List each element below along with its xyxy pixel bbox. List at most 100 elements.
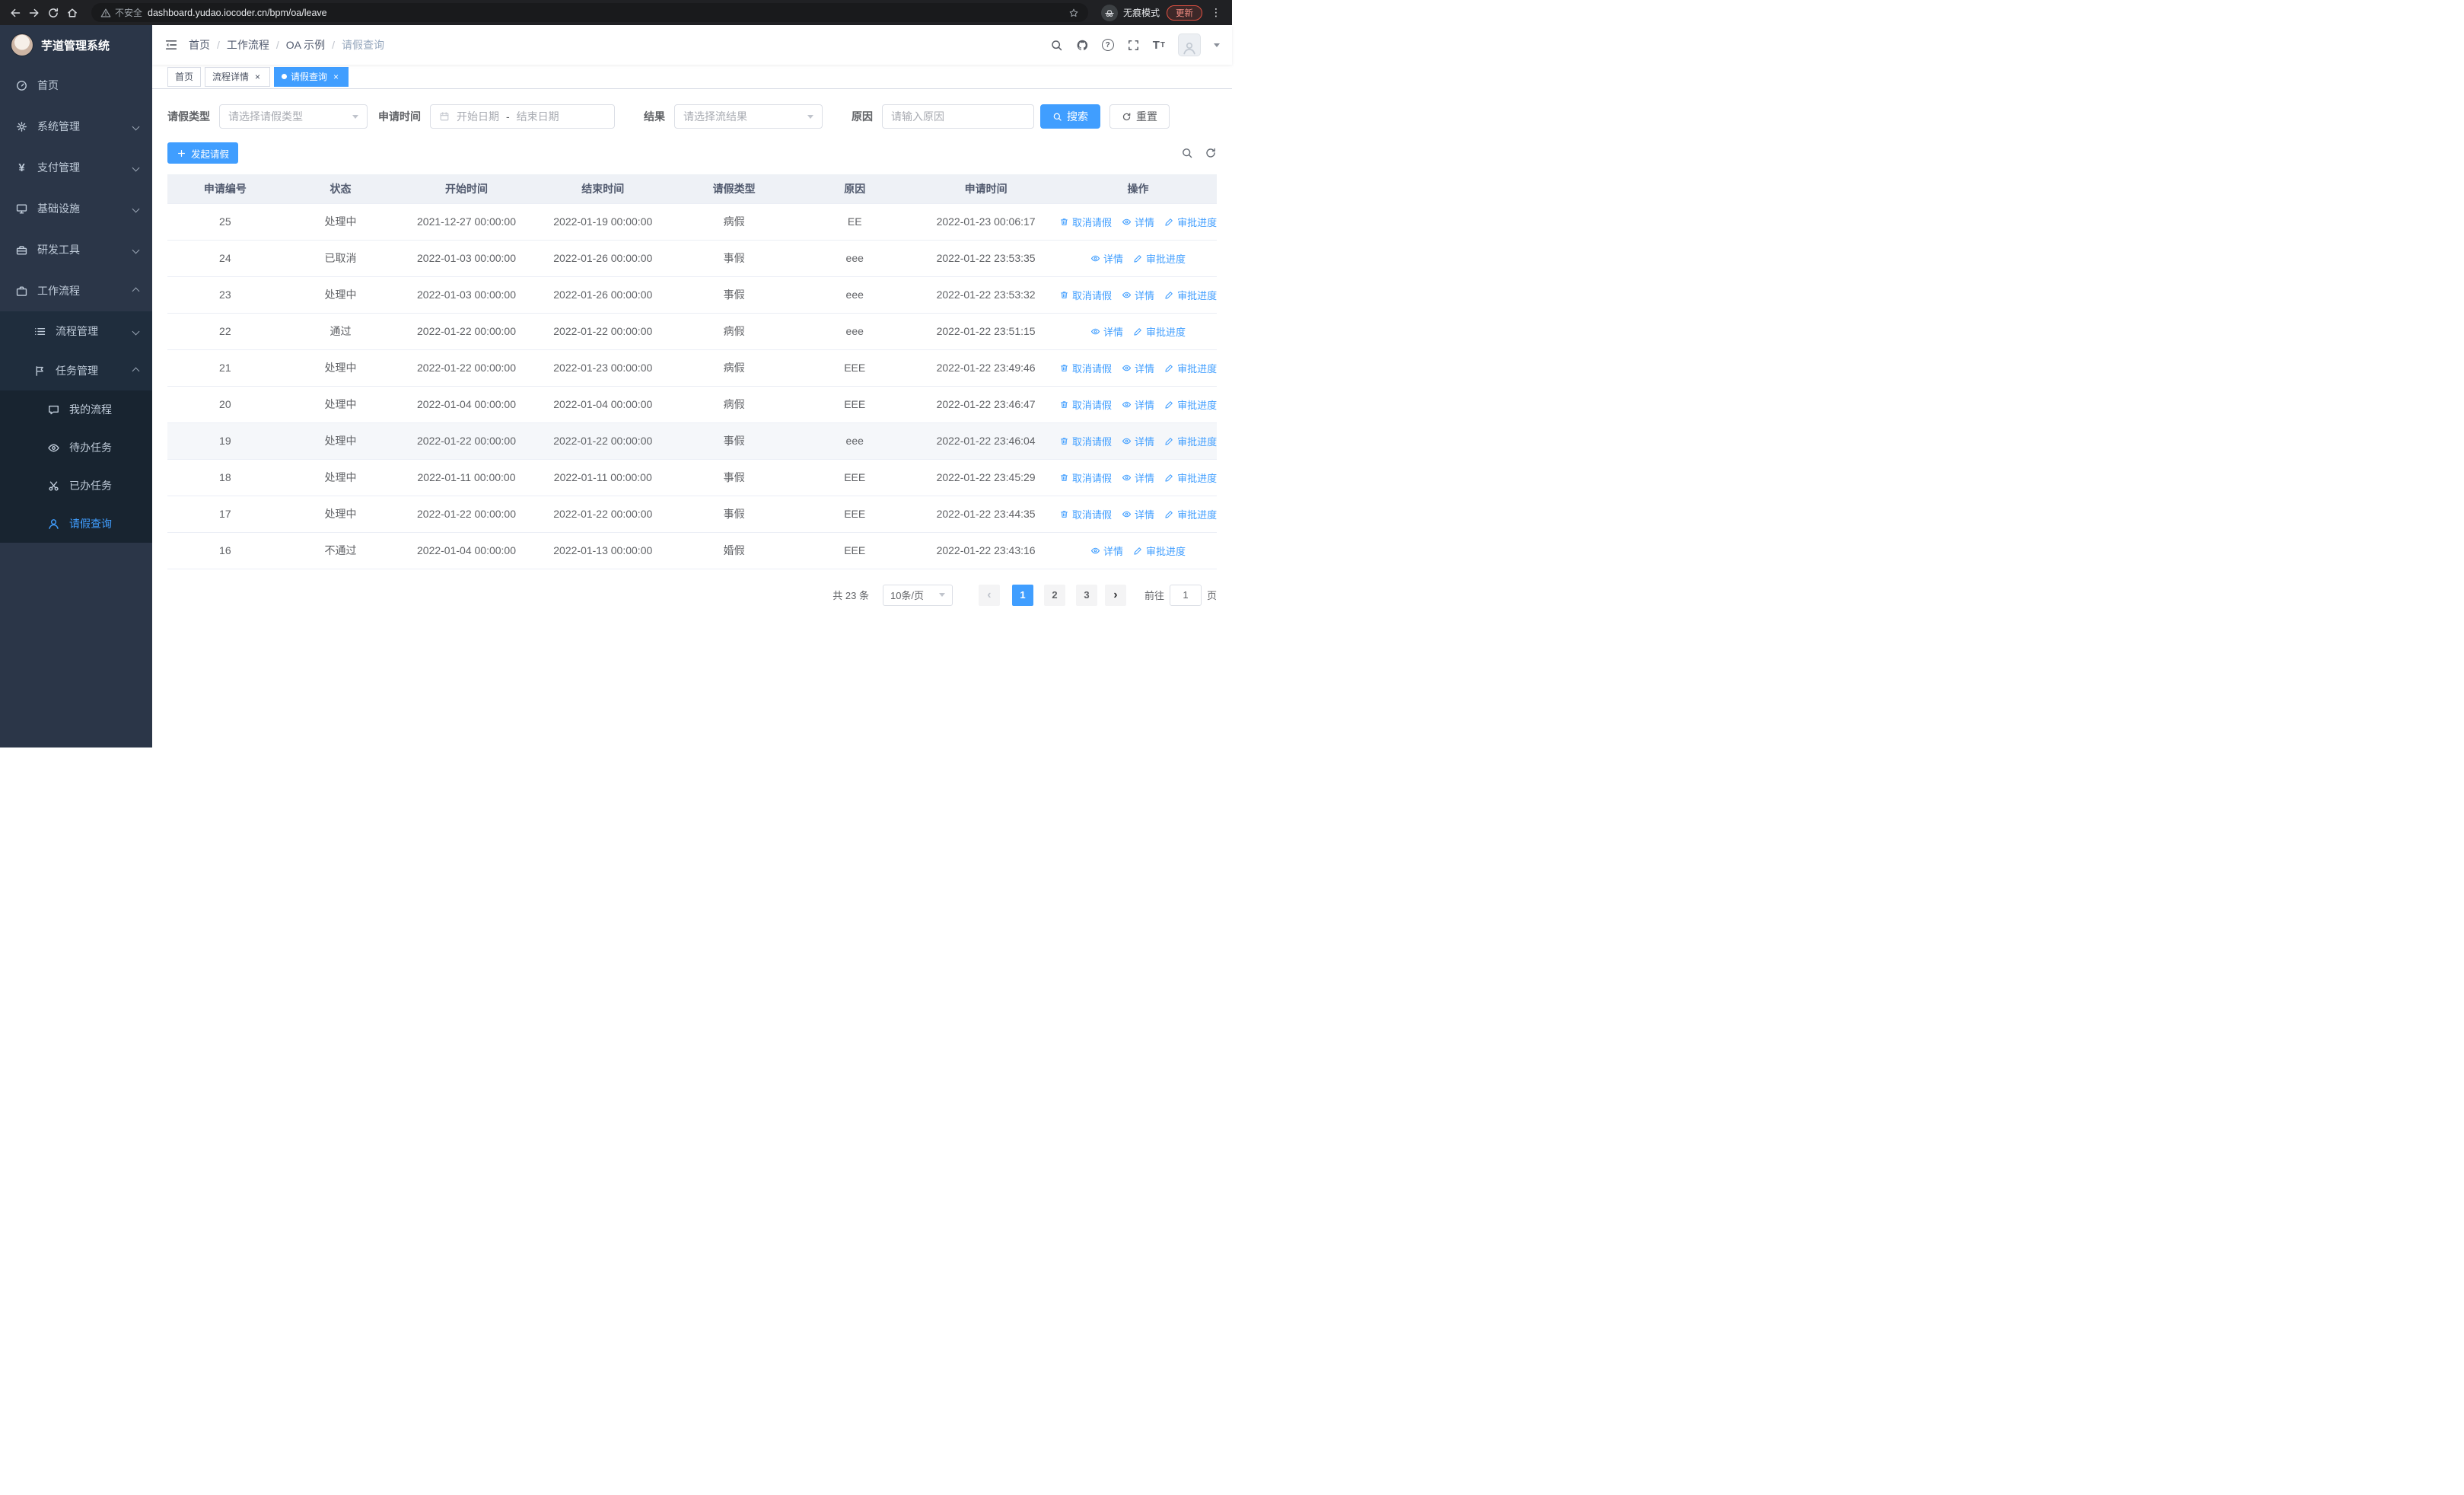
- next-page-button[interactable]: ›: [1104, 584, 1126, 606]
- url-bar[interactable]: 不安全 dashboard.yudao.iocoder.cn/bpm/oa/le…: [91, 3, 1088, 22]
- search-toggle-icon[interactable]: [1181, 147, 1193, 159]
- cancel-leave-link[interactable]: 取消请假: [1059, 397, 1112, 412]
- page-button-2[interactable]: 2: [1043, 584, 1065, 606]
- sidebar-item-dev-tools[interactable]: 研发工具: [0, 229, 152, 270]
- approval-progress-link[interactable]: 审批进度: [1164, 361, 1217, 375]
- goto-page-input[interactable]: [1169, 584, 1202, 606]
- table-row: 21 处理中 2022-01-22 00:00:00 2022-01-23 00…: [167, 349, 1217, 387]
- refresh-icon[interactable]: [1205, 147, 1217, 159]
- detail-link[interactable]: 详情: [1090, 251, 1123, 266]
- approval-progress-link[interactable]: 审批进度: [1133, 324, 1186, 339]
- approval-progress-link[interactable]: 审批进度: [1164, 288, 1217, 302]
- help-icon[interactable]: ?: [1101, 39, 1114, 51]
- detail-link[interactable]: 详情: [1122, 434, 1154, 448]
- cell-start-time: 2022-01-22 00:00:00: [398, 349, 535, 387]
- prev-page-button[interactable]: ‹: [978, 584, 1000, 606]
- approval-progress-link[interactable]: 审批进度: [1133, 251, 1186, 266]
- close-icon[interactable]: ×: [331, 72, 341, 81]
- sidebar-item-process-management[interactable]: 流程管理: [0, 311, 152, 351]
- sidebar-item-workflow[interactable]: 工作流程: [0, 270, 152, 311]
- detail-link[interactable]: 详情: [1122, 361, 1154, 375]
- tab-home[interactable]: 首页: [167, 66, 202, 87]
- approval-progress-link[interactable]: 审批进度: [1164, 434, 1217, 448]
- cell-end-time: 2022-01-22 00:00:00: [534, 313, 671, 350]
- home-icon[interactable]: [66, 7, 78, 19]
- font-size-icon[interactable]: TT: [1153, 39, 1165, 52]
- cell-start-time: 2022-01-03 00:00:00: [398, 276, 535, 314]
- detail-link[interactable]: 详情: [1122, 288, 1154, 302]
- cancel-leave-link[interactable]: 取消请假: [1059, 215, 1112, 229]
- table-toolbar: 发起请假: [167, 142, 1217, 164]
- page-size-select[interactable]: 10条/页: [882, 584, 953, 606]
- avatar[interactable]: [1178, 33, 1201, 56]
- warning-triangle-icon: [100, 8, 111, 17]
- cancel-leave-link[interactable]: 取消请假: [1059, 288, 1112, 302]
- cancel-leave-link[interactable]: 取消请假: [1059, 507, 1112, 521]
- browser-menu-icon[interactable]: ⋮: [1209, 6, 1223, 19]
- reload-icon[interactable]: [47, 7, 59, 19]
- breadcrumb-item[interactable]: 首页: [189, 37, 210, 53]
- back-arrow-icon[interactable]: [9, 7, 21, 19]
- tab-leave-query[interactable]: 请假查询 ×: [274, 66, 349, 87]
- detail-link[interactable]: 详情: [1122, 215, 1154, 229]
- table-row: 23 处理中 2022-01-03 00:00:00 2022-01-26 00…: [167, 276, 1217, 314]
- bookmark-star-icon[interactable]: [1068, 8, 1079, 18]
- chevron-down-icon: [132, 123, 140, 130]
- page-button-1[interactable]: 1: [1011, 584, 1033, 606]
- sidebar-item-done-tasks[interactable]: 已办任务: [0, 467, 152, 505]
- approval-progress-link[interactable]: 审批进度: [1133, 543, 1186, 558]
- cell-apply-time: 2022-01-22 23:45:29: [912, 459, 1060, 496]
- search-button[interactable]: 搜索: [1040, 104, 1100, 129]
- detail-link[interactable]: 详情: [1090, 324, 1123, 339]
- sidebar-item-todo-tasks[interactable]: 待办任务: [0, 429, 152, 467]
- breadcrumb-item[interactable]: OA 示例: [286, 37, 325, 53]
- leave-table: 申请编号 状态 开始时间 结束时间 请假类型 原因 申请时间 操作 25 处理中…: [167, 174, 1217, 569]
- breadcrumb-separator: /: [275, 39, 279, 51]
- sidebar-item-leave-query[interactable]: 请假查询: [0, 505, 152, 543]
- search-icon[interactable]: [1050, 39, 1063, 52]
- breadcrumb-separator: /: [332, 39, 336, 51]
- cell-leave-type: 事假: [670, 422, 797, 460]
- approval-progress-link[interactable]: 审批进度: [1164, 470, 1217, 485]
- forward-arrow-icon[interactable]: [28, 7, 40, 19]
- date-range-picker[interactable]: 开始日期 - 结束日期: [430, 104, 615, 129]
- cell-leave-type: 事假: [670, 276, 797, 314]
- security-warning[interactable]: 不安全: [100, 6, 142, 19]
- sidebar-item-task-management[interactable]: 任务管理: [0, 351, 152, 390]
- page-button-3[interactable]: 3: [1075, 584, 1097, 606]
- cell-apply-time: 2022-01-22 23:51:15: [912, 313, 1060, 350]
- cell-reason: eee: [797, 240, 913, 277]
- fullscreen-icon[interactable]: [1127, 39, 1140, 52]
- close-icon[interactable]: ×: [253, 72, 263, 81]
- sidebar-item-home[interactable]: 首页: [0, 65, 152, 106]
- approval-progress-link[interactable]: 审批进度: [1164, 507, 1217, 521]
- cancel-leave-link[interactable]: 取消请假: [1059, 361, 1112, 375]
- detail-link[interactable]: 详情: [1090, 543, 1123, 558]
- detail-link[interactable]: 详情: [1122, 470, 1154, 485]
- github-icon[interactable]: [1076, 39, 1089, 52]
- detail-link[interactable]: 详情: [1122, 507, 1154, 521]
- reason-input[interactable]: [882, 104, 1034, 129]
- create-leave-button[interactable]: 发起请假: [167, 142, 239, 164]
- sidebar-item-payment-management[interactable]: ¥ 支付管理: [0, 147, 152, 188]
- sidebar-item-my-processes[interactable]: 我的流程: [0, 390, 152, 429]
- result-select[interactable]: 请选择流结果: [674, 104, 823, 129]
- leave-type-select[interactable]: 请选择请假类型: [219, 104, 368, 129]
- breadcrumb-item[interactable]: 工作流程: [227, 37, 269, 53]
- browser-update-button[interactable]: 更新: [1167, 5, 1202, 21]
- sidebar-toggle-icon[interactable]: [164, 38, 178, 52]
- list-icon: [35, 327, 46, 335]
- cancel-leave-link[interactable]: 取消请假: [1059, 434, 1112, 448]
- eye-icon: [1122, 292, 1132, 298]
- cell-leave-type: 病假: [670, 313, 797, 350]
- chevron-down-icon[interactable]: [1214, 43, 1220, 47]
- cell-reason: EEE: [797, 349, 913, 387]
- reset-button[interactable]: 重置: [1109, 104, 1170, 129]
- sidebar-item-infrastructure[interactable]: 基础设施: [0, 188, 152, 229]
- cancel-leave-link[interactable]: 取消请假: [1059, 470, 1112, 485]
- approval-progress-link[interactable]: 审批进度: [1164, 397, 1217, 412]
- approval-progress-link[interactable]: 审批进度: [1164, 215, 1217, 229]
- detail-link[interactable]: 详情: [1122, 397, 1154, 412]
- sidebar-item-system-management[interactable]: 系统管理: [0, 106, 152, 147]
- tab-process-detail[interactable]: 流程详情 ×: [205, 66, 271, 87]
